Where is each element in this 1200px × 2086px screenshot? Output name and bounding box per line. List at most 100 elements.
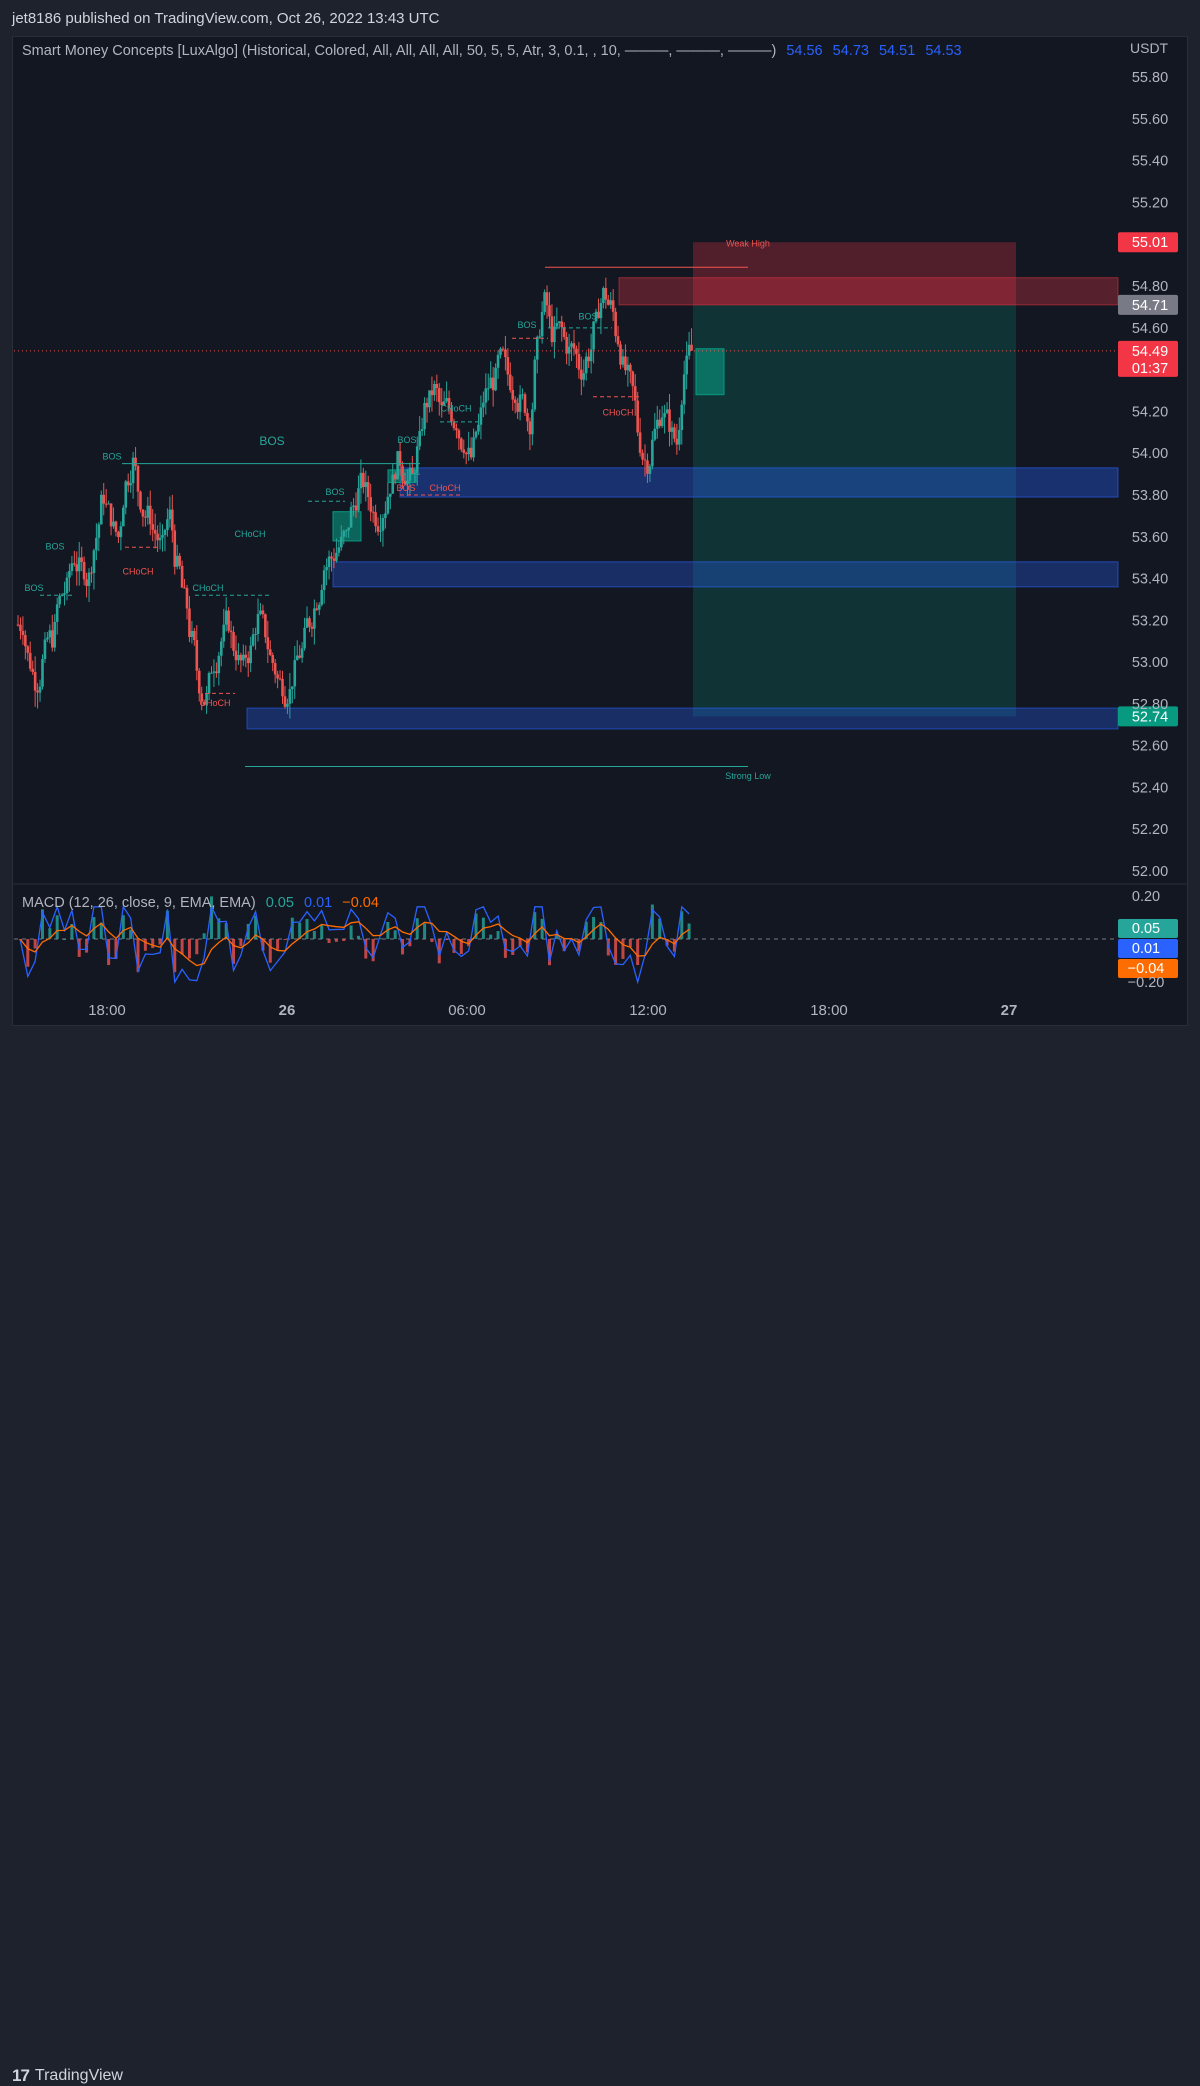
macd-histogram-bar	[445, 939, 449, 940]
fair-value-gap	[695, 348, 725, 396]
candle-body	[452, 421, 456, 429]
macd-histogram-bar	[129, 929, 133, 939]
candle-body	[313, 608, 316, 629]
candle-body	[168, 509, 172, 520]
candle-body	[388, 493, 392, 497]
candle-body	[46, 637, 49, 640]
candle-body	[322, 570, 326, 591]
candle-body	[175, 555, 179, 567]
candle-body	[548, 305, 551, 317]
currency-label[interactable]: USDT	[1130, 40, 1168, 56]
structure-label: BOS	[397, 435, 416, 445]
candle-body	[678, 430, 681, 445]
candle-body	[114, 521, 118, 532]
candle-body	[506, 357, 510, 375]
candle-body	[371, 511, 375, 513]
candle-body	[482, 402, 485, 408]
candle-body	[526, 412, 529, 422]
candle-body	[690, 344, 693, 351]
candle-body	[543, 292, 546, 312]
macd-histogram-bar	[305, 919, 309, 939]
candle-body	[423, 402, 426, 430]
candle-body	[614, 311, 617, 337]
candle-body	[134, 457, 137, 467]
macd-histogram-bar	[423, 923, 427, 939]
candle-body	[332, 558, 336, 561]
candle-body	[173, 530, 177, 567]
candle-body	[557, 321, 561, 323]
candle-body	[156, 533, 159, 541]
macd-histogram-bar	[592, 916, 596, 939]
candle-body	[117, 531, 120, 538]
candle-body	[77, 557, 81, 572]
candle-body	[146, 505, 150, 518]
indicator-legend[interactable]: Smart Money Concepts [LuxAlgo] (Historic…	[22, 43, 962, 59]
candle-body	[415, 446, 419, 473]
macd-histogram-bar	[327, 939, 331, 944]
candle-body	[636, 400, 639, 433]
candle-body	[584, 356, 588, 374]
candle-body	[242, 654, 245, 661]
candle-body	[580, 369, 583, 380]
candle-body	[641, 452, 644, 460]
candle-body	[516, 402, 519, 412]
candle-body	[291, 686, 294, 690]
candle-body	[126, 481, 130, 486]
y-tick-label: 52.20	[1132, 822, 1168, 838]
candle-body	[474, 431, 478, 438]
candle-body	[477, 424, 480, 432]
macd-histogram-bar	[239, 939, 243, 947]
candle-body	[682, 374, 686, 405]
candle-body	[611, 300, 615, 312]
candle-body	[90, 572, 93, 574]
macd-histogram-bar	[320, 925, 324, 939]
candle-body	[663, 413, 666, 418]
candle-body	[531, 409, 534, 435]
macd-histogram-bar	[356, 935, 360, 939]
candle-body	[38, 686, 42, 693]
candle-body	[391, 474, 395, 494]
structure-label: CHoCH	[234, 529, 265, 539]
candle-body	[362, 472, 365, 488]
candle-body	[364, 482, 368, 488]
candle-body	[254, 633, 257, 635]
y-tick-label: 52.40	[1132, 780, 1168, 796]
macd-tick-label: −0.20	[1128, 975, 1165, 991]
candle-body	[166, 519, 169, 531]
macd-histogram-bar	[202, 933, 206, 939]
candle-body	[97, 524, 101, 538]
candle-body	[562, 327, 566, 338]
candle-body	[82, 561, 86, 580]
candle-body	[53, 621, 57, 648]
candle-body	[92, 550, 96, 574]
candle-body	[386, 496, 390, 514]
candle-body	[222, 624, 226, 642]
candle-body	[540, 311, 544, 337]
candle-body	[303, 627, 306, 649]
candle-body	[680, 404, 684, 431]
candle-body	[131, 457, 135, 484]
tradingview-logo[interactable]: 17 TradingView	[12, 2066, 123, 2086]
macd-histogram-bar	[628, 939, 632, 947]
candle-body	[75, 564, 79, 572]
macd-histogram-bar	[33, 939, 37, 949]
candle-body	[550, 316, 554, 343]
candle-body	[276, 674, 279, 679]
candle-body	[308, 618, 311, 627]
candle-body	[567, 346, 571, 354]
candle-body	[288, 689, 292, 704]
structure-label: CHoCH	[429, 483, 460, 493]
macd-histogram-bar	[489, 934, 493, 939]
structure-label: CHoCH	[122, 566, 153, 576]
candle-body	[197, 670, 201, 694]
macd-title: MACD (12, 26, close, 9, EMA, EMA)	[22, 895, 256, 911]
candle-body	[675, 438, 679, 445]
candle-body	[16, 624, 20, 626]
macd-legend[interactable]: MACD (12, 26, close, 9, EMA, EMA) 0.05 0…	[22, 895, 379, 911]
candle-body	[349, 507, 353, 528]
candle-body	[420, 429, 424, 432]
candle-body	[31, 668, 34, 672]
candle-body	[347, 527, 350, 531]
candle-body	[376, 526, 380, 532]
candle-body	[320, 590, 324, 605]
